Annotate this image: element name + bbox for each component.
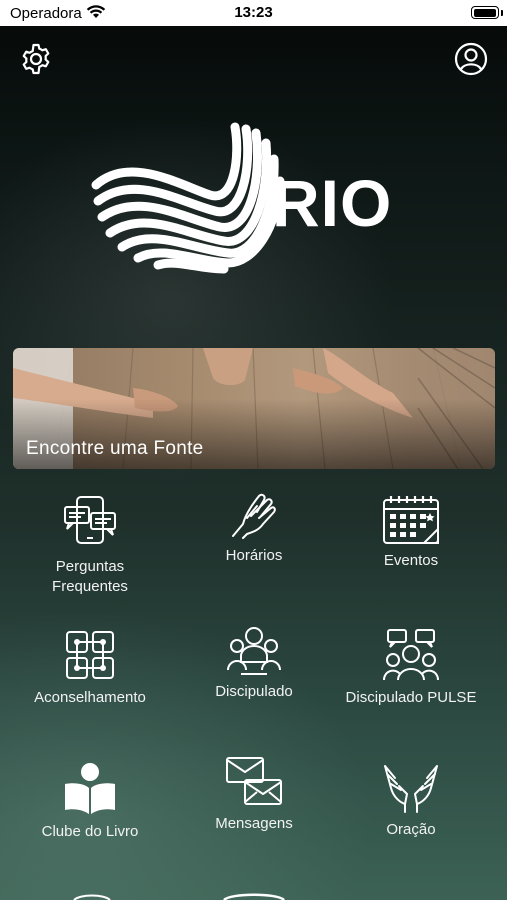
- menu-tile-eventos[interactable]: Eventos: [336, 495, 486, 571]
- battery-tip: [501, 10, 503, 16]
- find-fonte-banner[interactable]: Encontre uma Fonte: [13, 348, 495, 469]
- faq-phone-chat-icon: [64, 496, 116, 544]
- status-bar: Operadora 13:23: [0, 0, 507, 26]
- app-screen: Operadora 13:23 RIO Encontre uma Fonte P…: [0, 0, 507, 900]
- menu-label-eventos: Eventos: [383, 552, 439, 569]
- clock: 13:23: [234, 4, 273, 21]
- raised-hands-icon: [384, 765, 438, 813]
- next-row-icon-left: [73, 894, 111, 900]
- battery-level: [473, 8, 496, 17]
- menu-label-faq-1: Perguntas: [55, 558, 125, 575]
- menu-tile-oracao[interactable]: Oração: [336, 764, 486, 840]
- user-circle-icon[interactable]: [454, 42, 488, 76]
- gear-icon[interactable]: [19, 42, 53, 76]
- battery-icon: [471, 6, 499, 19]
- praying-hands-icon: [232, 493, 276, 539]
- people-chat-icon: [382, 629, 440, 681]
- menu-tile-horarios[interactable]: Horários: [179, 488, 329, 566]
- logo-text: RIO: [272, 166, 393, 240]
- menu-label-clube-do-livro: Clube do Livro: [41, 823, 139, 840]
- menu-tile-discipulado[interactable]: Discipulado: [179, 622, 329, 702]
- menu-label-mensagens: Mensagens: [215, 815, 293, 832]
- linked-hands-icon: [66, 631, 114, 679]
- reader-book-icon: [65, 763, 115, 814]
- calendar-icon: [383, 496, 439, 544]
- envelopes-icon: [226, 757, 282, 805]
- menu-label-faq-2: Frequentes: [52, 578, 128, 595]
- group-people-icon: [227, 627, 281, 675]
- menu-label-discipulado-pulse: Discipulado PULSE: [345, 689, 477, 706]
- menu-tile-clube-do-livro[interactable]: Clube do Livro: [15, 762, 165, 842]
- menu-tile-aconselhamento[interactable]: Aconselhamento: [15, 628, 165, 708]
- menu-label-oracao: Oração: [386, 821, 436, 838]
- next-row-icon-center: [223, 893, 285, 900]
- menu-label-aconselhamento: Aconselhamento: [34, 689, 146, 706]
- menu-tile-discipulado-pulse[interactable]: Discipulado PULSE: [336, 628, 486, 708]
- menu-tile-faq[interactable]: Perguntas Frequentes: [15, 495, 165, 597]
- banner-title: Encontre uma Fonte: [26, 438, 204, 459]
- menu-label-discipulado: Discipulado: [215, 683, 293, 700]
- menu-label-horarios: Horários: [225, 547, 283, 564]
- menu-tile-mensagens[interactable]: Mensagens: [179, 756, 329, 834]
